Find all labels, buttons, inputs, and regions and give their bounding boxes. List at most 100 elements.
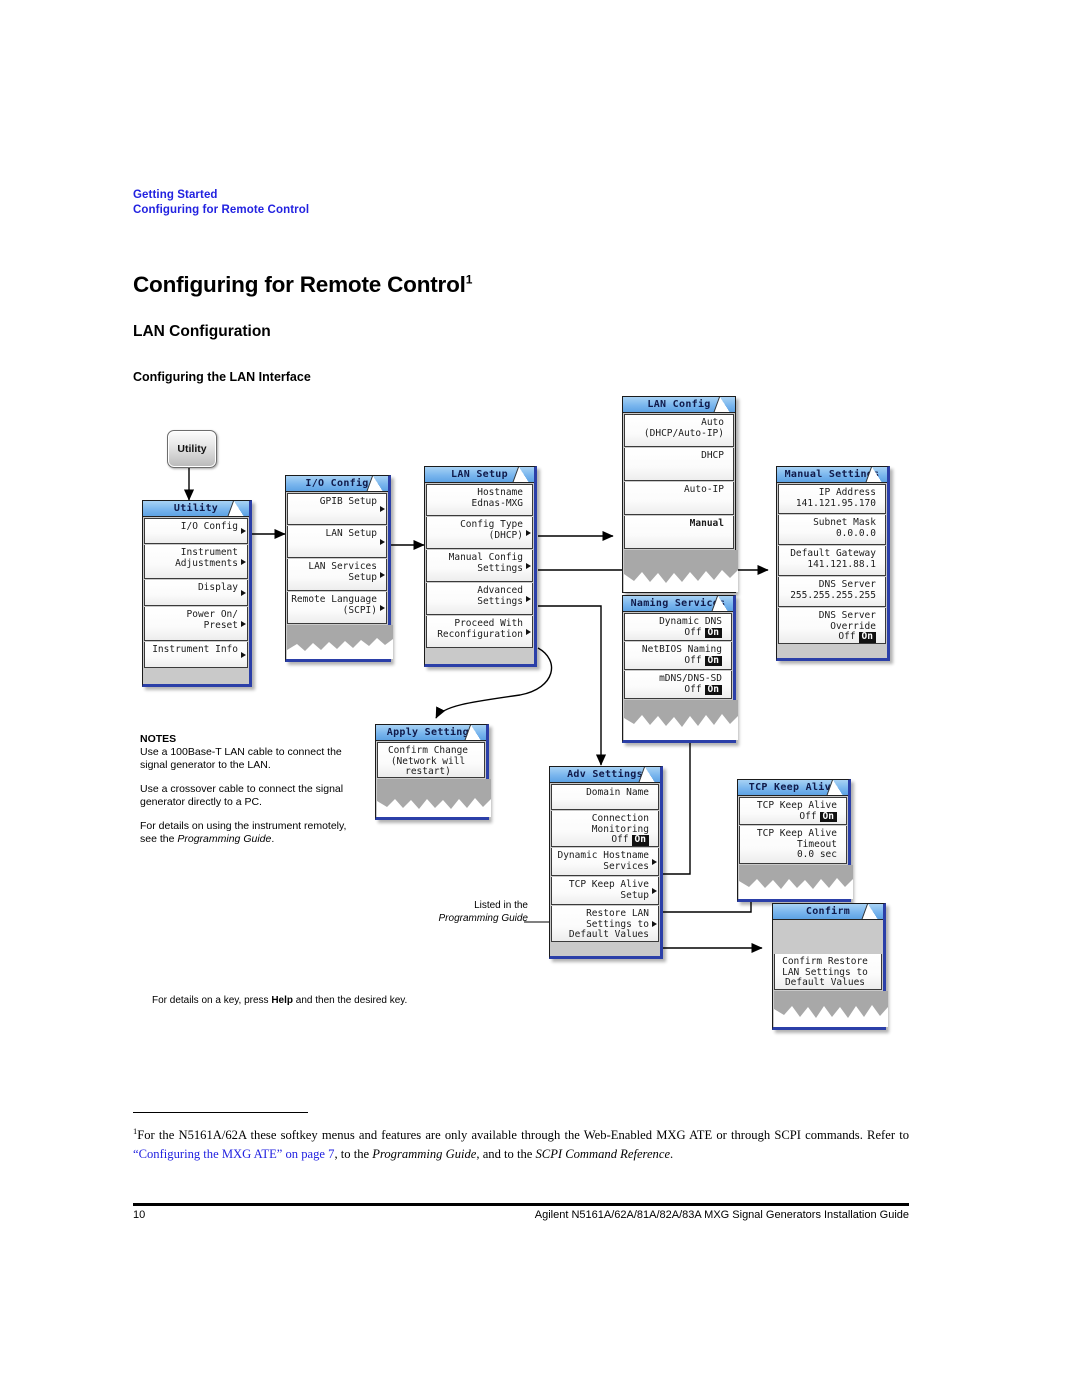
menu-keys-adv-settings: Domain Name Connection Monitoring Off On D… [550, 784, 660, 942]
callout-line1: Listed in the [474, 900, 528, 911]
notes-heading: NOTES [140, 733, 177, 745]
menu-torn-edge-lan-config [624, 550, 738, 592]
menu-title-adv-settings: Adv Settings [550, 767, 660, 783]
toggle-on-label: On [858, 631, 876, 643]
utility-hardkey-label: Utility [177, 443, 207, 455]
softkey-tcp-keep-alive-toggle[interactable]: TCP Keep Alive Off On [739, 797, 847, 825]
softkey-label: Default Gateway 141.121.88.1 [790, 548, 876, 570]
utility-hardkey[interactable]: Utility [167, 430, 217, 468]
notes-paragraph-1: NOTES Use a 100Base-T LAN cable to connec… [140, 733, 362, 772]
softkey-dynamic-dns[interactable]: Dynamic DNS Off On [624, 613, 732, 641]
softkey-lan-services-setup[interactable]: LAN Services Setup [287, 559, 387, 591]
menu-utility: Utility I/O Config Instrument Adjustment… [142, 500, 252, 687]
softkey-netbios-naming[interactable]: NetBIOS Naming Off On [624, 642, 732, 670]
softkey-power-on-preset[interactable]: Power On/ Preset [144, 607, 248, 641]
footnote-separator-rule [133, 1112, 308, 1113]
menu-keys-tcp-keep-alive: TCP Keep Alive Off On TCP Keep Alive Timeo… [738, 797, 848, 864]
chevron-right-icon [526, 595, 531, 602]
softkey-confirm-change[interactable]: Confirm Change (Network will restart) [377, 742, 485, 778]
connector-wires [183, 468, 769, 954]
softkey-manual-config-settings[interactable]: Manual Config Settings [426, 550, 533, 582]
toggle-on-label: On [819, 811, 837, 822]
softkey-proceed-with-reconfiguration[interactable]: Proceed With Reconfiguration [426, 616, 533, 648]
softkey-auto-dhcp-autoip[interactable]: Auto (DHCP/Auto-IP) [624, 414, 734, 447]
softkey-tcp-keep-alive-setup[interactable]: TCP Keep Alive Setup [551, 877, 659, 905]
softkey-tcp-keep-alive-timeout[interactable]: TCP Keep Alive Timeout 0.0 sec [739, 826, 847, 864]
menu-lan-setup: LAN Setup Hostname Ednas-MXG Config Type… [424, 466, 537, 667]
menu-title-lan-setup: LAN Setup [425, 467, 534, 483]
menu-lan-config: LAN Config Auto (DHCP/Auto-IP) DHCP Auto… [622, 396, 738, 593]
footnote-em-scpi-command-reference: SCPI Command Reference [535, 1146, 671, 1161]
softkey-confirm-restore-lan[interactable]: Confirm Restore LAN Settings to Default … [774, 954, 882, 990]
chevron-right-icon [241, 651, 246, 658]
menu-title-io-config: I/O Config [286, 476, 388, 492]
softkey-subnet-mask[interactable]: Subnet Mask 0.0.0.0 [778, 515, 886, 545]
menu-torn-edge-io-config [287, 625, 393, 659]
softkey-label: I/O Config [180, 521, 238, 532]
softkey-instrument-adjustments[interactable]: Instrument Adjustments [144, 545, 248, 579]
softkey-hostname[interactable]: Hostname Ednas-MXG [426, 484, 533, 516]
softkey-remote-language[interactable]: Remote Language (SCPI) [287, 592, 387, 624]
softkey-dns-server[interactable]: DNS Server 255.255.255.255 [778, 577, 886, 607]
menu-torn-edge-confirm [774, 991, 888, 1027]
softkey-mdns-dnssd[interactable]: mDNS/DNS-SD Off On [624, 671, 732, 699]
softkey-gpib-setup[interactable]: GPIB Setup [287, 493, 387, 525]
softkey-manual[interactable]: Manual [624, 516, 734, 549]
chevron-right-icon [652, 920, 657, 927]
menu-footer-adv-settings [550, 942, 660, 956]
softkey-instrument-info[interactable]: Instrument Info [144, 642, 248, 668]
softkey-label: Display [197, 582, 238, 593]
menu-apply-settings: Apply Settings Confirm Change (Network w… [375, 724, 491, 820]
menu-manual-settings: Manual Settings IP Address 141.121.95.17… [776, 466, 890, 661]
softkey-config-type[interactable]: Config Type (DHCP) [426, 517, 533, 549]
chevron-right-icon [241, 528, 246, 534]
softkey-label: Confirm Restore LAN Settings to Default … [782, 956, 868, 988]
notes-text-2: Use a crossover cable to connect the sig… [140, 783, 344, 808]
softkey-label: Subnet Mask 0.0.0.0 [813, 517, 876, 539]
softkey-menu-map-diagram: Utility Utility I/O Config Instrument Ad… [0, 0, 1080, 1397]
softkey-label: LAN Services Setup [308, 561, 377, 583]
help-key-name: Help [271, 995, 293, 1006]
menu-keys-lan-config: Auto (DHCP/Auto-IP) DHCP Auto-IP Manual [623, 414, 735, 549]
softkey-domain-name[interactable]: Domain Name [551, 784, 659, 810]
chevron-right-icon [380, 538, 385, 545]
softkey-advanced-settings[interactable]: Advanced Settings [426, 583, 533, 615]
softkey-auto-ip[interactable]: Auto-IP [624, 482, 734, 515]
footnote-text-4: . [670, 1146, 674, 1161]
callout-listed-in-programming-guide: Listed in the Programming Guide [418, 900, 528, 925]
softkey-lan-setup[interactable]: LAN Setup [287, 526, 387, 558]
menu-keys-lan-setup: Hostname Ednas-MXG Config Type (DHCP) Ma… [425, 484, 534, 648]
softkey-label: DNS Server Override [818, 610, 876, 632]
softkey-label: Restore LAN Settings to Default Values [568, 908, 649, 940]
chevron-right-icon [526, 562, 531, 569]
softkey-connection-monitoring[interactable]: Connection Monitoring Off On [551, 811, 659, 847]
softkey-dhcp[interactable]: DHCP [624, 448, 734, 481]
softkey-dynamic-hostname-services[interactable]: Dynamic Hostname Services [551, 848, 659, 876]
footnote-text-1: For the N5161A/62A these softkey menus a… [137, 1128, 909, 1143]
softkey-label: Confirm Change (Network will restart) [387, 745, 469, 777]
menu-title-naming-services: Naming Services [623, 596, 733, 612]
footnote-link-configuring-mxg-ate[interactable]: “Configuring the MXG ATE” on page 7 [133, 1147, 334, 1161]
footnote-em-programming-guide: Programming Guide [372, 1146, 477, 1161]
footnote-text-3: , and to the [476, 1146, 536, 1161]
toggle-on-label: On [704, 684, 722, 695]
softkey-label: Advanced Settings [477, 585, 523, 607]
help-text-a: For details on a key, press [152, 995, 272, 1006]
softkey-label: Manual Config Settings [448, 552, 523, 574]
menu-tcp-keep-alive: TCP Keep Alive TCP Keep Alive Off On TCP K… [737, 779, 853, 902]
softkey-default-gateway[interactable]: Default Gateway 141.121.88.1 [778, 546, 886, 576]
softkey-label: GPIB Setup [319, 496, 377, 507]
softkey-label: Manual [689, 518, 724, 529]
chevron-right-icon [380, 506, 385, 512]
softkey-dns-server-override[interactable]: DNS Server Override Off On [778, 608, 886, 644]
footnote: 1For the N5161A/62A these softkey menus … [133, 1122, 909, 1163]
menu-keys-io-config: GPIB Setup LAN Setup LAN Services Setup … [286, 493, 388, 624]
softkey-label: Auto-IP [683, 484, 724, 495]
softkey-io-config[interactable]: I/O Config [144, 518, 248, 544]
menu-keys-utility: I/O Config Instrument Adjustments Displa… [143, 518, 249, 668]
callout-line2: Programming Guide [438, 912, 528, 924]
toggle-off-label: Off [838, 631, 856, 642]
softkey-restore-lan-settings[interactable]: Restore LAN Settings to Default Values [551, 906, 659, 942]
softkey-display[interactable]: Display [144, 580, 248, 606]
softkey-ip-address[interactable]: IP Address 141.121.95.170 [778, 484, 886, 514]
